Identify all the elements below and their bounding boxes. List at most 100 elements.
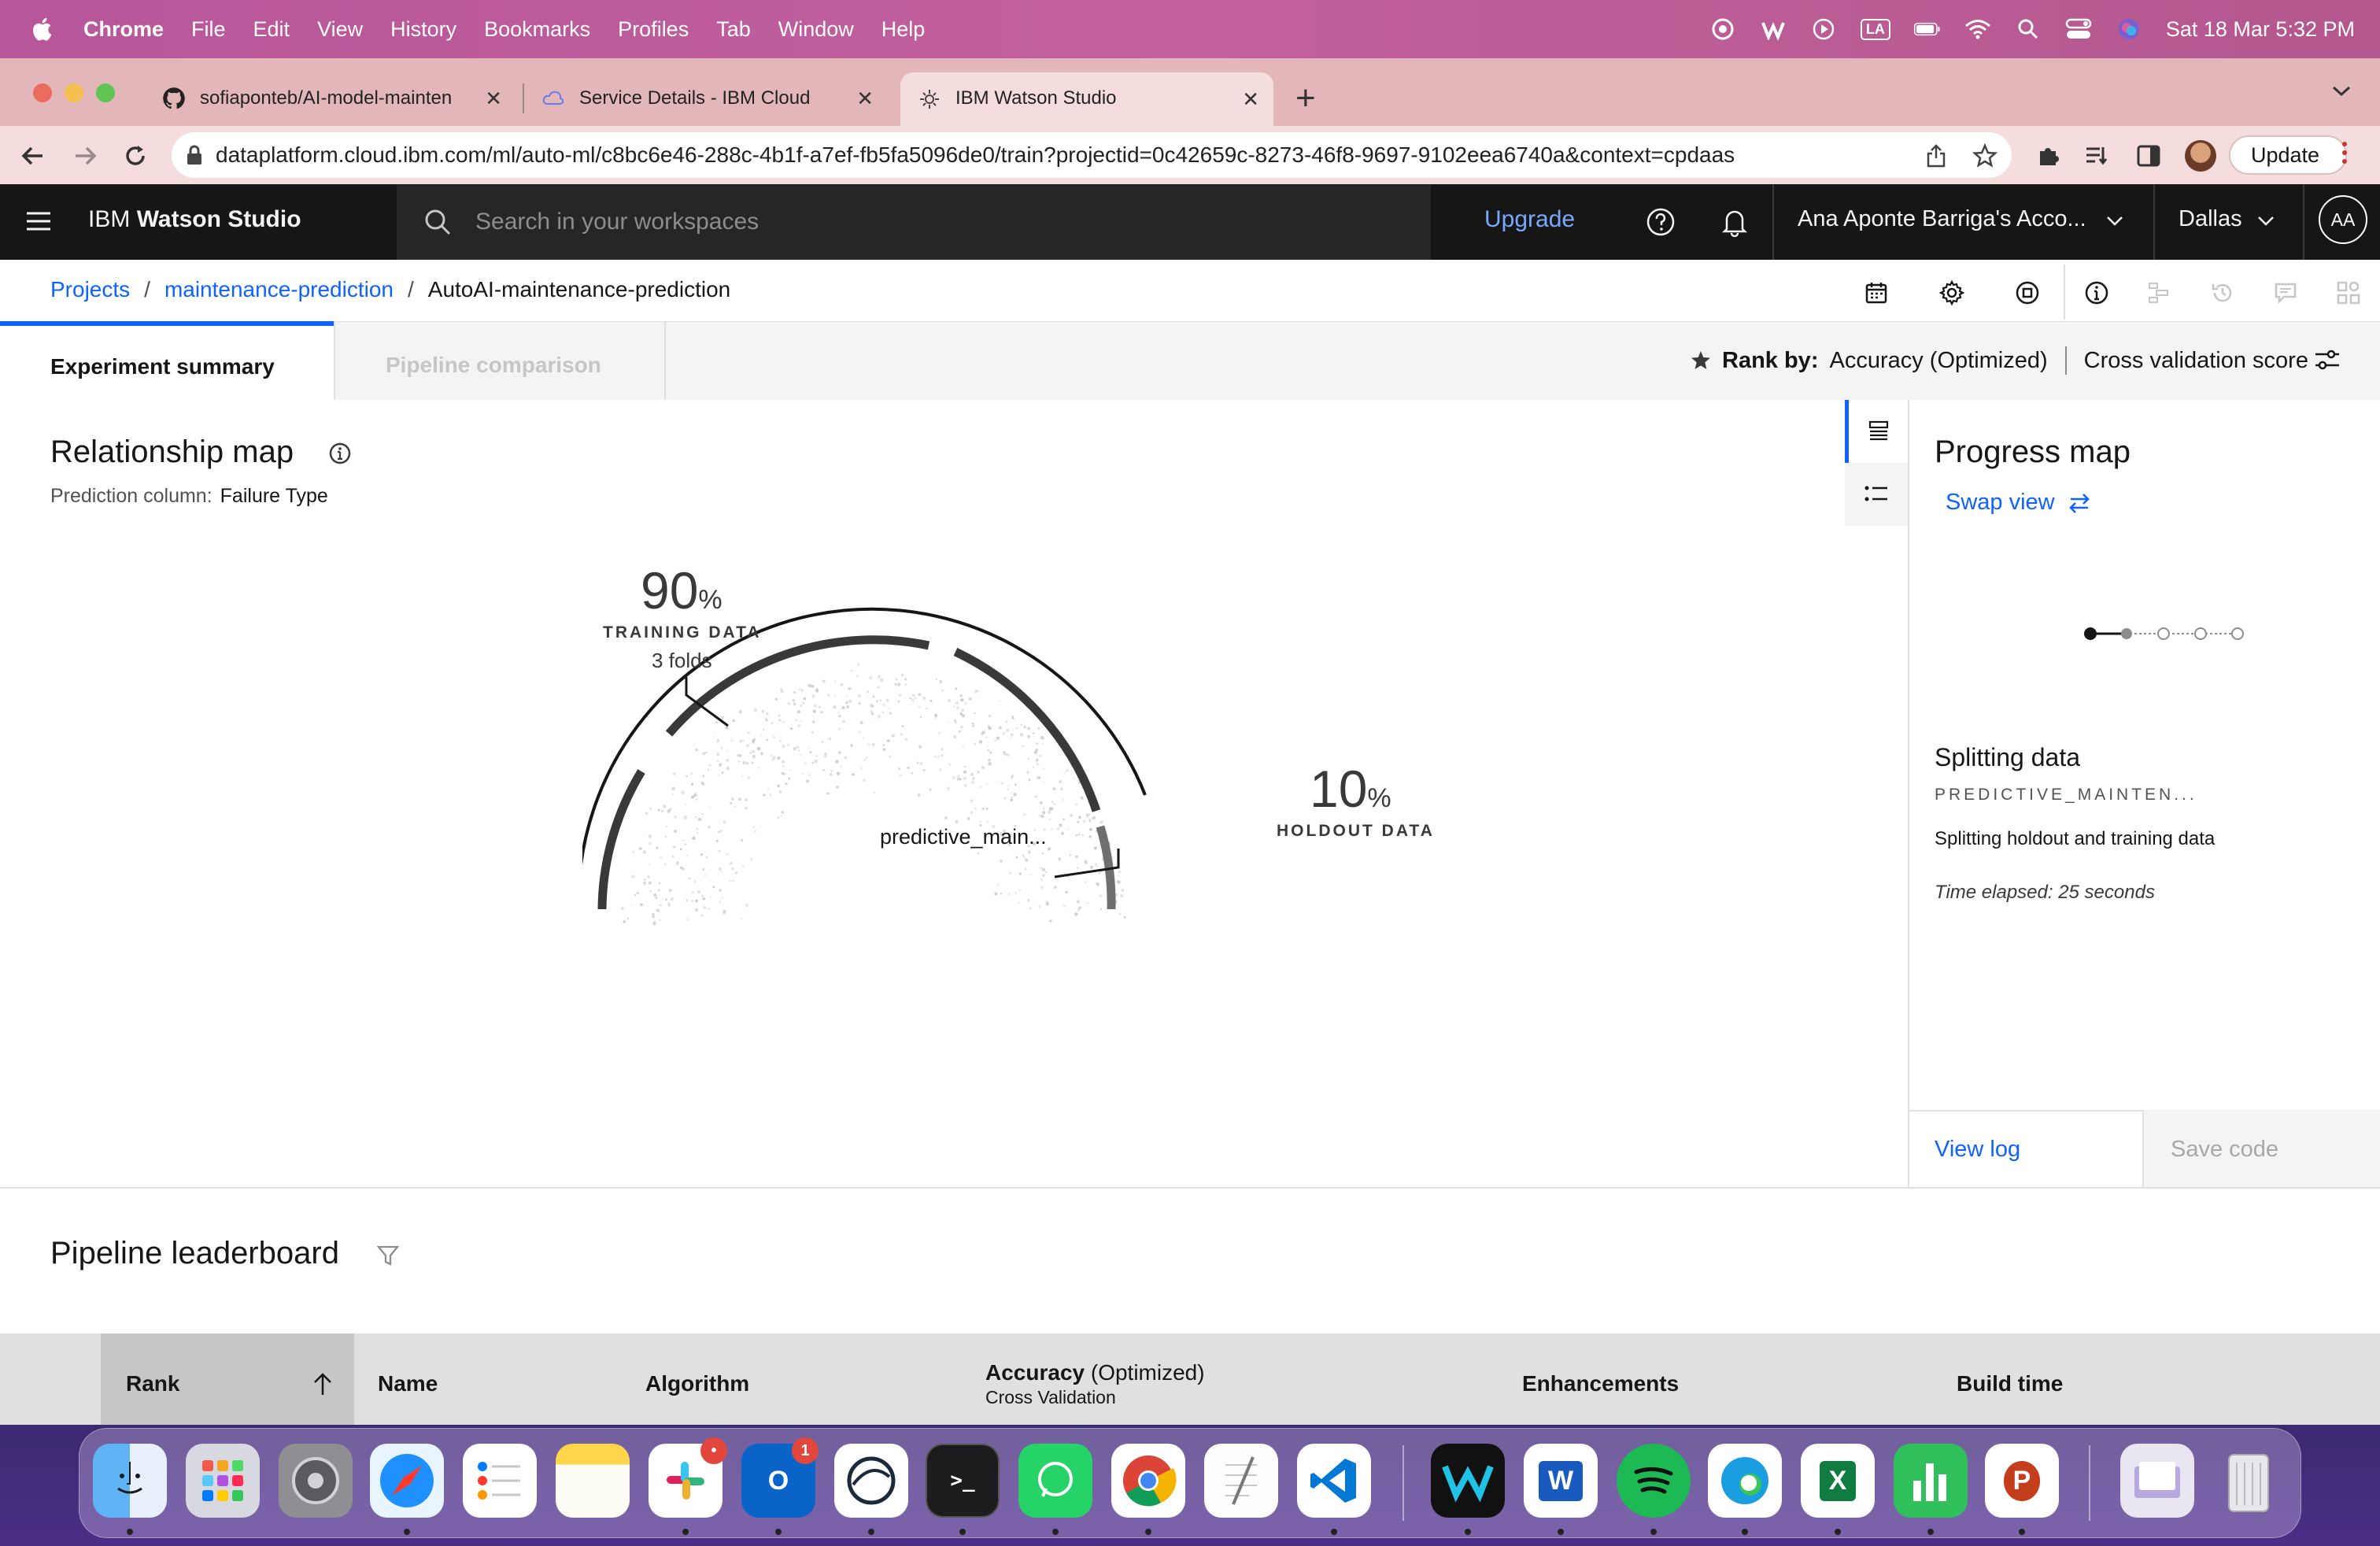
column-header-name[interactable]: Name: [378, 1371, 438, 1396]
apple-menu-icon[interactable]: [30, 16, 57, 43]
calendar-icon[interactable]: [1862, 279, 1890, 307]
reading-list-icon[interactable]: [2081, 140, 2112, 172]
tab-experiment-summary[interactable]: Experiment summary: [0, 321, 334, 400]
menu-app-name[interactable]: Chrome: [83, 17, 164, 42]
list-view-toggle[interactable]: [1845, 463, 1908, 526]
menu-bookmarks[interactable]: Bookmarks: [484, 17, 590, 42]
comment-icon[interactable]: [2271, 279, 2300, 307]
account-chevron-down-icon[interactable]: [2106, 216, 2123, 227]
rank-score-type[interactable]: Cross validation score: [2084, 348, 2308, 374]
tab-pipeline-comparison[interactable]: Pipeline comparison: [334, 321, 666, 400]
tab-search-chevron-icon[interactable]: [2331, 85, 2352, 102]
camo-status-icon[interactable]: [1709, 17, 1736, 41]
history-icon[interactable]: [2208, 279, 2237, 307]
settings-gear-icon[interactable]: [1938, 279, 1966, 307]
menu-help[interactable]: Help: [881, 17, 926, 42]
menu-file[interactable]: File: [191, 17, 226, 42]
menubar-datetime[interactable]: Sat 18 Mar 5:32 PM: [2166, 17, 2355, 42]
menu-view[interactable]: View: [317, 17, 363, 42]
play-status-icon[interactable]: [1810, 17, 1837, 41]
stop-icon[interactable]: [2013, 279, 2042, 307]
account-switcher[interactable]: Ana Aponte Barriga's Acco...: [1798, 206, 2086, 232]
vscode-icon[interactable]: [1297, 1444, 1371, 1518]
settings-adjust-icon[interactable]: [2314, 348, 2341, 375]
new-tab-button[interactable]: +: [1295, 79, 1316, 118]
close-tab-icon[interactable]: ✕: [485, 87, 502, 111]
filter-icon[interactable]: [376, 1244, 400, 1271]
close-tab-icon[interactable]: ✕: [1242, 87, 1259, 112]
finder-icon[interactable]: [93, 1444, 167, 1518]
rank-metric[interactable]: Accuracy (Optimized): [1829, 348, 2047, 374]
powerpoint-icon[interactable]: P: [1985, 1444, 2059, 1518]
control-center-icon[interactable]: [2065, 17, 2092, 41]
sort-ascending-arrow-icon[interactable]: [312, 1371, 334, 1400]
pipeline-flow-icon[interactable]: [2145, 279, 2174, 307]
browser-tab-ibm-cloud[interactable]: Service Details - IBM Cloud ✕: [541, 72, 888, 124]
camo-icon[interactable]: [834, 1444, 908, 1518]
apps-grid-icon[interactable]: [2334, 279, 2363, 307]
zoom-window-button[interactable]: [96, 83, 115, 102]
column-header-accuracy[interactable]: Accuracy (Optimized): [985, 1360, 1205, 1385]
trash-icon[interactable]: [2212, 1444, 2286, 1518]
hamburger-menu-icon[interactable]: [25, 209, 52, 233]
menu-profiles[interactable]: Profiles: [618, 17, 689, 42]
help-icon[interactable]: [1645, 206, 1676, 238]
webex-status-icon[interactable]: [1760, 17, 1787, 41]
textedit-icon[interactable]: [1204, 1444, 1278, 1518]
lock-icon[interactable]: [186, 145, 203, 165]
url-text[interactable]: dataplatform.cloud.ibm.com/ml/auto-ml/c8…: [216, 142, 1735, 168]
keyboard-layout-badge[interactable]: LA: [1860, 18, 1890, 40]
downloads-stack-icon[interactable]: [2120, 1444, 2194, 1518]
terminal-icon[interactable]: >_: [926, 1444, 1000, 1518]
menu-history[interactable]: History: [390, 17, 456, 42]
menu-tab[interactable]: Tab: [716, 17, 751, 42]
user-avatar[interactable]: AA: [2319, 195, 2367, 244]
excel-icon[interactable]: X: [1801, 1444, 1875, 1518]
column-header-build-time[interactable]: Build time: [1957, 1371, 2063, 1396]
upgrade-link[interactable]: Upgrade: [1484, 206, 1575, 233]
search-placeholder[interactable]: Search in your workspaces: [475, 209, 759, 235]
product-brand[interactable]: IBM Watson Studio: [88, 206, 301, 233]
launchpad-icon[interactable]: [186, 1444, 260, 1518]
chrome-update-button[interactable]: Update: [2229, 135, 2347, 175]
edge-icon[interactable]: [1708, 1444, 1782, 1518]
rank-by-control[interactable]: Rank by: Accuracy (Optimized) Cross vali…: [1691, 346, 2308, 375]
extensions-puzzle-icon[interactable]: [2032, 140, 2064, 172]
menu-window[interactable]: Window: [778, 17, 854, 42]
reminders-icon[interactable]: [463, 1444, 537, 1518]
siri-icon[interactable]: [2116, 17, 2142, 41]
close-tab-icon[interactable]: ✕: [856, 87, 874, 111]
spotlight-search-icon[interactable]: [2015, 17, 2042, 41]
address-bar[interactable]: dataplatform.cloud.ibm.com/ml/auto-ml/c8…: [172, 132, 2012, 178]
menu-edit[interactable]: Edit: [253, 17, 290, 42]
workspace-search[interactable]: Search in your workspaces: [397, 184, 1431, 260]
region-chevron-down-icon[interactable]: [2257, 216, 2275, 227]
dataset-center-label[interactable]: predictive_main...: [880, 825, 1047, 849]
numbers-icon[interactable]: [1894, 1444, 1968, 1518]
share-icon[interactable]: [1920, 140, 1952, 172]
battery-icon[interactable]: [1913, 17, 1941, 41]
save-code-label[interactable]: Save code: [2171, 1137, 2278, 1163]
side-panel-icon[interactable]: [2133, 140, 2164, 172]
profile-avatar[interactable]: [2185, 140, 2216, 172]
swap-view-link[interactable]: Swap view: [1946, 490, 2091, 516]
view-log-button[interactable]: View log: [1935, 1137, 2020, 1163]
forward-arrow-icon[interactable]: [69, 140, 101, 172]
column-header-algorithm[interactable]: Algorithm: [645, 1371, 749, 1396]
map-view-toggle[interactable]: [1845, 400, 1908, 463]
column-header-rank[interactable]: Rank: [126, 1371, 179, 1396]
region-switcher[interactable]: Dallas: [2179, 206, 2242, 232]
back-arrow-icon[interactable]: [17, 140, 49, 172]
wifi-icon[interactable]: [1964, 17, 1991, 41]
reload-icon[interactable]: [120, 140, 151, 172]
breadcrumb-projects[interactable]: Projects: [50, 277, 130, 302]
whatsapp-icon[interactable]: [1018, 1444, 1092, 1518]
browser-tab-github[interactable]: sofiaponteb/AI-model-mainten ✕: [162, 72, 516, 124]
safari-icon[interactable]: [370, 1444, 444, 1518]
notes-icon[interactable]: [556, 1444, 630, 1518]
minimize-window-button[interactable]: [65, 83, 83, 102]
close-window-button[interactable]: [33, 83, 52, 102]
chrome-menu-kebab-icon[interactable]: [2341, 140, 2349, 172]
column-header-enhancements[interactable]: Enhancements: [1522, 1371, 1679, 1396]
bookmark-star-icon[interactable]: [1969, 140, 2001, 172]
